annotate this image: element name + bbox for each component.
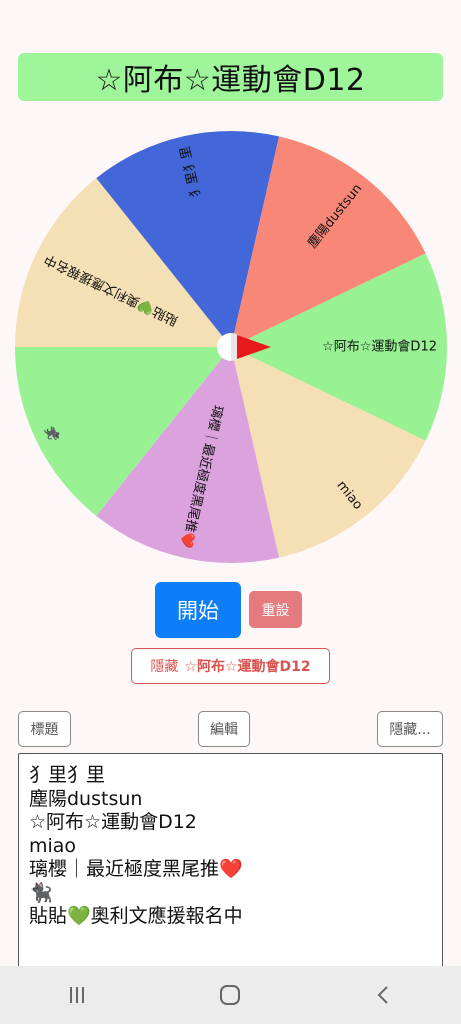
entry-line: 犭里犭里 [29, 764, 106, 786]
edit-button[interactable]: 編輯 [198, 711, 250, 747]
hide-more-button[interactable]: 隱藏... [377, 711, 443, 747]
hide-item-label: ☆阿布☆運動會D12 [184, 659, 311, 675]
hide-prefix-label: 隱藏 [150, 659, 179, 675]
entry-line: ☆阿布☆運動會D12 [29, 811, 197, 833]
prize-wheel[interactable]: ☆阿布☆運動會D12miao璃櫻｜最近極度黑尾推❤️🐈‍⬛貼貼💚奧利文應援報名中… [0, 0, 461, 580]
entry-line: 貼貼💚奧利文應援報名中 [29, 905, 243, 927]
start-button[interactable]: 開始 [155, 582, 241, 638]
entry-line: 🐈‍⬛ [29, 881, 53, 904]
wheel-slice-label: ☆阿布☆運動會D12 [322, 340, 437, 355]
entry-line: 塵陽dustsun [29, 787, 143, 810]
system-nav-bar [0, 966, 461, 1024]
entry-line: miao [29, 834, 77, 857]
reset-button[interactable]: 重設 [249, 591, 302, 628]
recent-apps-icon[interactable] [57, 975, 97, 1015]
entry-line: 璃櫻｜最近極度黑尾推❤️ [29, 858, 243, 880]
title-button[interactable]: 標題 [18, 711, 71, 747]
hide-winner-button[interactable]: 隱藏 ☆阿布☆運動會D12 [131, 648, 330, 684]
back-icon[interactable] [364, 975, 404, 1015]
entries-textarea[interactable]: 犭里犭里 塵陽dustsun ☆阿布☆運動會D12 miao 璃櫻｜最近極度黑尾… [18, 753, 443, 983]
home-icon[interactable] [210, 975, 250, 1015]
